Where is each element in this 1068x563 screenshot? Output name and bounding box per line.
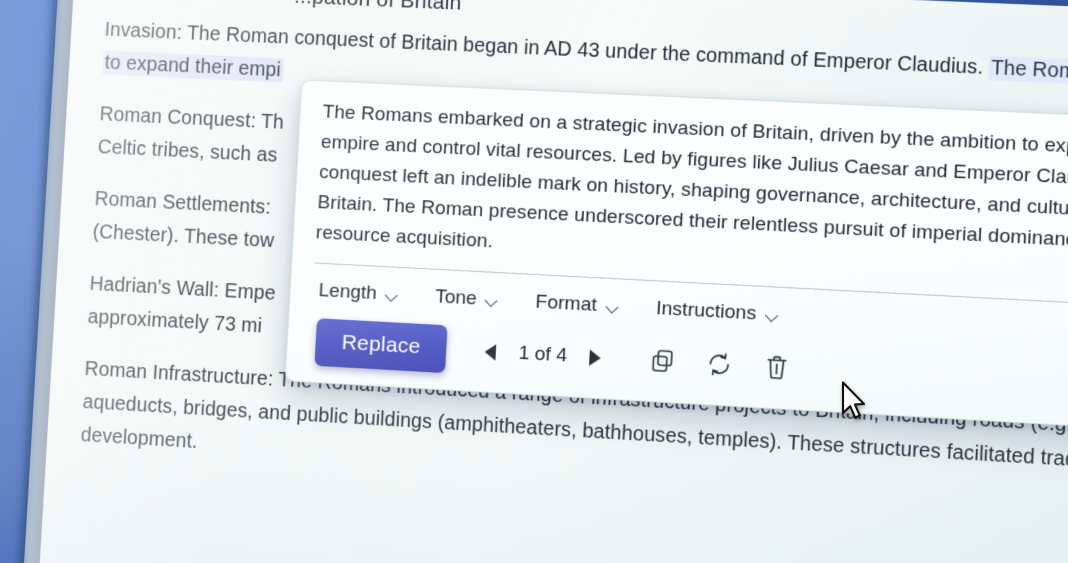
dropdown-tone-label: Tone	[434, 286, 478, 310]
screenshot-stage: ...pation of Britain Invasion: The Roman…	[0, 0, 1068, 563]
ai-suggestion-text: The Romans embarked on a strategic invas…	[315, 97, 1068, 290]
paragraph-line: Roman Infrastructure: The Romans introdu…	[84, 357, 1067, 436]
ai-suggestion-line: The Romans embarked on a strategic invas…	[322, 101, 1068, 159]
paragraph-line: approximately 73 mi	[87, 305, 263, 338]
paragraph-text: Invasion: The Roman conquest of Britain …	[104, 18, 990, 80]
dropdown-format[interactable]: Format	[535, 291, 620, 318]
monitor-panel: ...pation of Britain Invasion: The Roman…	[20, 0, 1068, 563]
dropdown-instructions-label: Instructions	[655, 297, 757, 325]
paragraph-line: Celtic tribes, such as	[97, 136, 279, 167]
document-text-body[interactable]: ...pation of Britain Invasion: The Roman…	[79, 0, 1068, 539]
suggestion-pager: 1 of 4	[484, 340, 602, 369]
dropdown-format-label: Format	[534, 291, 598, 317]
replace-button[interactable]: Replace	[314, 318, 449, 374]
dropdown-instructions[interactable]: Instructions	[656, 298, 780, 327]
ai-suggestion-line: Britain. The Roman presence underscored …	[316, 191, 1068, 252]
paragraph-text-highlighted: The Roman	[988, 55, 1068, 86]
ai-suggestion-line: empire and control vital resources. Led …	[320, 131, 1068, 190]
chevron-down-icon	[486, 295, 500, 305]
paragraph-invasion[interactable]: Invasion: The Roman conquest of Britain …	[102, 14, 1068, 129]
paragraph-line: development.	[80, 423, 199, 454]
paragraph-line: Roman Settlements:	[94, 187, 272, 219]
dropdown-tone[interactable]: Tone	[434, 286, 499, 312]
paragraph-line: Invasion: The Roman conquest of Britain …	[104, 14, 1068, 95]
copy-icon[interactable]	[649, 347, 676, 376]
chevron-down-icon	[606, 302, 620, 312]
ai-suggestion-line: conquest left an indelible mark on histo…	[318, 161, 1068, 221]
document-title: ...pation of Britain	[294, 0, 1068, 47]
paragraph-roman-infrastructure[interactable]: Roman Infrastructure: The Romans introdu…	[80, 353, 1068, 519]
paragraph-line: aqueducts, bridges, and public buildings…	[82, 390, 1068, 473]
popup-divider	[314, 262, 1068, 306]
dropdown-length[interactable]: Length	[318, 280, 400, 307]
next-suggestion-icon[interactable]	[589, 348, 602, 366]
previous-suggestion-icon[interactable]	[484, 343, 497, 361]
ai-suggestion-line: resource acquisition.	[315, 222, 494, 253]
document-page[interactable]: ...pation of Britain Invasion: The Roman…	[36, 0, 1068, 563]
ai-options-row: Length Tone Format Instructions	[311, 276, 1068, 356]
pager-label: 1 of 4	[518, 342, 568, 367]
paragraph-roman-conquest[interactable]: Roman Conquest: Th Celtic tribes, such a…	[97, 98, 1068, 217]
ai-action-icons	[649, 347, 790, 382]
paragraph-line: Roman Conquest: Th	[99, 103, 285, 134]
paragraph-hadrians-wall[interactable]: Hadrian's Wall: Empe approximately 73 mi	[87, 268, 1068, 395]
paragraph-text-selected: to expand their empi	[102, 50, 284, 83]
trash-icon[interactable]	[763, 353, 790, 382]
tilted-screen-scene: ...pation of Britain Invasion: The Roman…	[0, 0, 1068, 563]
paragraph-roman-settlements[interactable]: Roman Settlements: (Chester). These tow	[92, 183, 1068, 306]
chevron-down-icon	[386, 290, 400, 300]
chevron-down-icon	[765, 310, 779, 320]
paragraph-line: (Chester). These tow	[92, 220, 275, 253]
paragraph-line: Hadrian's Wall: Empe	[89, 272, 277, 305]
paragraph-line: to expand their empi	[102, 47, 1068, 130]
ai-actions-row: Replace 1 of 4	[308, 312, 1068, 413]
dropdown-length-label: Length	[318, 279, 378, 305]
ai-rewrite-popup[interactable]: The Romans embarked on a strategic invas…	[284, 79, 1068, 431]
refresh-icon[interactable]	[706, 350, 733, 379]
